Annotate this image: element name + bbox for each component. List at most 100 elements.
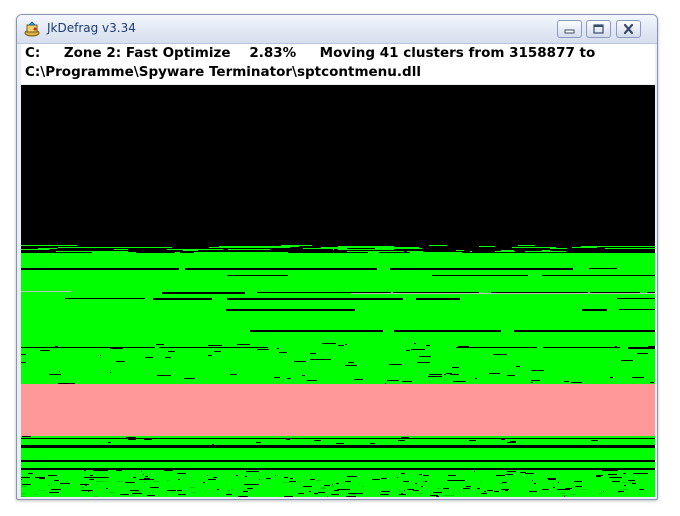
cluster-fragment [90, 490, 93, 491]
cluster-fragment [114, 249, 128, 250]
cluster-fragment [38, 248, 57, 249]
cluster-fragment [315, 494, 319, 495]
empty-cluster-gap [21, 468, 655, 470]
cluster-fragment [106, 488, 108, 489]
cluster-fragment [21, 479, 22, 480]
cluster-fragment [478, 445, 487, 446]
cluster-fragment [93, 470, 98, 471]
cluster-fragment [320, 446, 328, 447]
cluster-fragment [257, 349, 269, 350]
cluster-fragment [217, 489, 219, 490]
cluster-fragment [401, 437, 409, 438]
cluster-fragment [40, 350, 50, 351]
empty-cluster-gap [582, 309, 607, 311]
unmovable-clusters-band [21, 384, 655, 436]
status-line-1: C: Zone 2: Fast Optimize 2.83% Moving 41… [25, 45, 595, 62]
cluster-fragment [144, 439, 152, 440]
maximize-button[interactable] [586, 20, 611, 38]
cluster-fragment [113, 247, 172, 248]
cluster-fragment [290, 478, 293, 479]
cluster-fragment [22, 436, 31, 437]
cluster-fragment [139, 479, 140, 480]
cluster-fragment [146, 479, 154, 480]
cluster-fragment [428, 376, 442, 377]
close-button[interactable] [616, 20, 641, 38]
cluster-fragment [214, 351, 221, 352]
cluster-fragment [110, 492, 114, 493]
title-bar[interactable]: JkDefrag v3.34 [17, 15, 657, 44]
cluster-fragment [256, 471, 259, 472]
cluster-fragment [623, 473, 626, 474]
cluster-fragment [321, 487, 325, 488]
cluster-fragment [302, 375, 305, 376]
cluster-fragment [415, 483, 417, 484]
cluster-fragment [226, 494, 232, 495]
empty-cluster-gap [21, 347, 155, 348]
cluster-fragment [141, 471, 142, 472]
cluster-fragment [471, 445, 478, 446]
cluster-fragment [60, 483, 70, 484]
cluster-fragment [375, 248, 422, 249]
cluster-fragment [501, 439, 505, 440]
cluster-fragment [531, 382, 533, 383]
cluster-fragment [168, 351, 175, 352]
cluster-fragment [191, 492, 196, 493]
cluster-fragment [336, 483, 339, 484]
cluster-fragment [172, 492, 174, 493]
minimize-button[interactable] [557, 20, 582, 38]
cluster-fragment [338, 345, 344, 346]
cluster-fragment [425, 481, 427, 482]
cluster-fragment [422, 481, 425, 482]
cluster-fragment [208, 355, 212, 356]
cluster-fragment [48, 475, 57, 476]
cluster-fragment [419, 356, 431, 357]
cluster-fragment [581, 489, 587, 490]
cluster-fragment [380, 494, 389, 495]
cluster-fragment [402, 381, 412, 382]
cluster-fragment [298, 493, 304, 494]
cluster-fragment [184, 378, 195, 379]
cluster-fragment [245, 476, 247, 477]
cluster-fragment [609, 477, 615, 478]
cluster-fragment [452, 367, 459, 368]
cluster-fragment [59, 371, 60, 372]
cluster-fragment [614, 248, 655, 249]
empty-cluster-gap [162, 292, 245, 294]
cluster-fragment [455, 480, 465, 481]
empty-cluster-gap [227, 275, 288, 276]
cluster-fragment [417, 362, 430, 363]
cluster-fragment [398, 440, 405, 441]
cluster-fragment [407, 489, 414, 490]
cluster-fragment [629, 482, 633, 483]
cluster-fragment [231, 489, 234, 490]
cluster-fragment [487, 490, 493, 491]
cluster-fragment [532, 480, 533, 481]
cluster-fragment [175, 252, 180, 253]
cluster-fragment [505, 490, 508, 491]
cluster-fragment [574, 481, 582, 482]
cluster-fragment [144, 482, 146, 483]
cluster-fragment [385, 383, 386, 384]
cluster-fragment [399, 494, 406, 495]
cluster-fragment [96, 481, 102, 482]
cluster-fragment [102, 481, 107, 482]
cluster-fragment [208, 345, 222, 346]
cluster-fragment [117, 481, 123, 482]
cluster-fragment [88, 491, 89, 492]
cluster-fragment [413, 490, 419, 491]
jkdefrag-app-icon[interactable] [24, 21, 40, 37]
empty-cluster-gap [227, 298, 403, 300]
cluster-fragment [441, 438, 445, 439]
cluster-fragment [359, 483, 360, 484]
cluster-fragment [499, 483, 503, 484]
cluster-fragment [21, 362, 26, 363]
cluster-fragment [286, 439, 290, 440]
cluster-fragment [635, 438, 638, 439]
cluster-fragment [575, 486, 582, 487]
cluster-fragment [474, 471, 475, 472]
cluster-fragment [505, 474, 513, 475]
cluster-fragment [345, 344, 347, 345]
cluster-fragment [449, 495, 450, 496]
cluster-fragment [481, 493, 487, 494]
cluster-fragment [209, 247, 243, 248]
